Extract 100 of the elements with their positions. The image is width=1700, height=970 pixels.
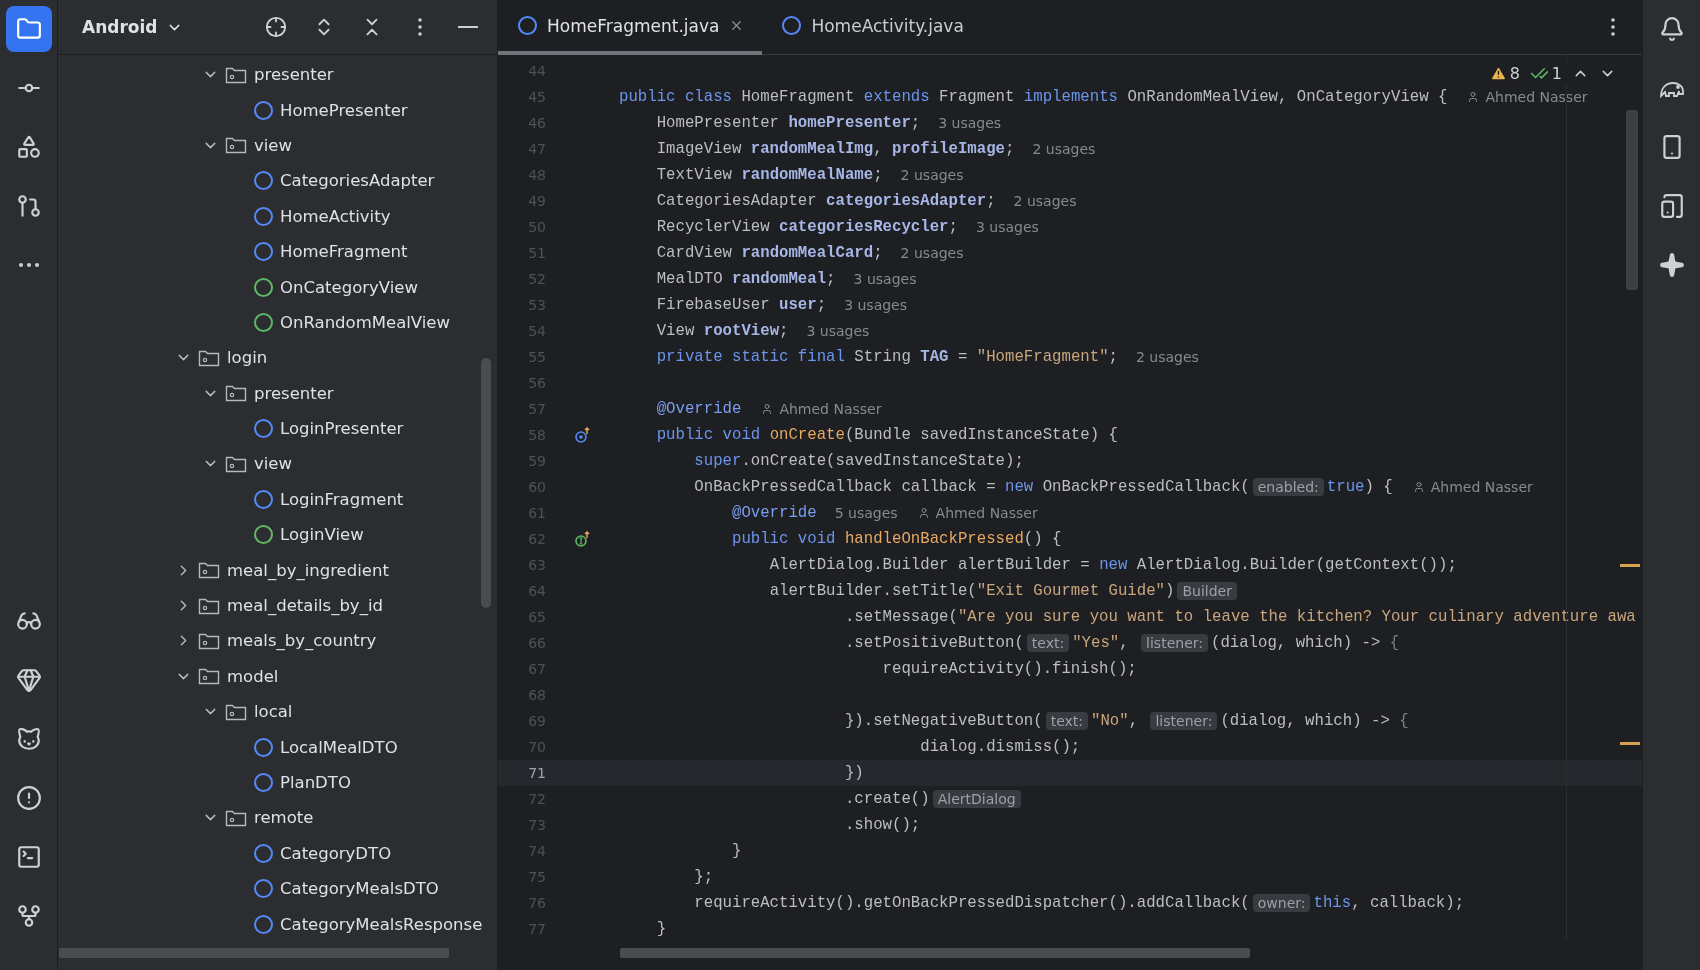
usages-hint[interactable]: 2 usages [1136,349,1199,365]
class-icon [518,16,537,35]
author-hint[interactable]: Ahmed Nasser [1485,89,1588,105]
inlay-hint: listener: [1141,634,1208,652]
code-text: requireActivity().finish(); [882,660,1137,678]
usages-hint[interactable]: 3 usages [938,115,1002,131]
passed-count[interactable]: 1 [1551,64,1562,83]
editor-tab[interactable]: HomeActivity.java [762,0,982,55]
project-button[interactable] [5,6,52,52]
code-text: ; [948,218,958,236]
field-name: rootView [703,322,780,340]
field-name: user [779,296,817,314]
field-name: categoriesAdapter [826,192,987,210]
usages-hint[interactable]: 2 usages [900,167,964,183]
editor-tab[interactable]: HomeFragment.java [498,0,763,55]
warning-marker[interactable] [1620,564,1640,567]
tree-item[interactable]: login [227,348,268,368]
tree-item[interactable]: CategoryMealsResponse [280,914,483,934]
folder-icon [15,16,42,42]
code-text: Fragment [939,88,1016,106]
tree-item[interactable]: local [254,702,293,722]
tree-item[interactable]: PlanDTO [280,773,351,792]
tree-item[interactable]: HomePresenter [280,100,408,120]
tree-item[interactable]: view [254,135,292,155]
scrollbar[interactable] [59,948,449,958]
person-icon [1467,91,1480,103]
warning-icon[interactable] [1489,65,1507,82]
usages-hint[interactable]: 2 usages [900,245,964,261]
class-icon [254,242,273,262]
devices-icon [1658,193,1685,219]
tree-item[interactable]: presenter [254,383,334,403]
string-literal: "HomeFragment" [976,348,1109,366]
code-keyword: public class [619,88,733,106]
code-text: OnBackPressedCallback callback = [694,478,997,496]
code-text: .setMessage( [844,608,958,626]
folder-icon [198,631,220,650]
code-text: .create() [844,790,930,808]
code-text: RecyclerView [656,218,771,236]
tree-item[interactable]: OnRandomMealView [280,312,450,332]
warning-marker[interactable] [1620,742,1640,745]
tree-item[interactable]: LoginView [280,525,364,545]
author-hint[interactable]: Ahmed Nasser [779,401,882,417]
person-icon [761,403,774,415]
code-text: TextView [656,166,733,184]
annotation: @Override [731,504,817,522]
folder-icon [225,702,247,721]
code-text: (Bundle savedInstanceState) { [844,426,1118,444]
tree-item[interactable]: meal_details_by_id [227,596,383,616]
code-text: ; [1108,348,1118,366]
override-icon[interactable] [574,426,591,444]
scrollbar[interactable] [481,358,491,608]
tree-item[interactable]: CategoriesAdapter [280,171,435,191]
inlay-hint: text: [1045,712,1088,730]
view-dropdown[interactable]: Android [76,10,189,44]
usages-hint[interactable]: 5 usages [834,505,898,521]
tree-item[interactable]: CategoryDTO [280,843,392,863]
code-text: FirebaseUser [656,296,771,314]
code-text: (dialog, which) -> [1220,712,1391,730]
author-hint[interactable]: Ahmed Nasser [1430,479,1533,495]
code-text: { [1389,634,1400,652]
string-literal: "Are you sure you want to leave the kitchen? Your culinary adventure awa [957,608,1636,626]
tree-item[interactable]: meals_by_country [227,631,377,651]
code-keyword: public void [731,530,837,548]
scrollbar[interactable] [1626,110,1638,290]
code-text: }; [694,868,714,886]
field-name: profileImage [892,140,1005,158]
author-hint[interactable]: Ahmed Nasser [935,505,1038,521]
tree-item[interactable]: model [227,666,279,686]
tree-item[interactable]: OnCategoryView [280,277,418,297]
tree-item[interactable]: HomeActivity [280,206,391,226]
tree-item[interactable]: HomeFragment [280,242,408,262]
warning-count[interactable]: 8 [1509,64,1520,83]
usages-hint[interactable]: 2 usages [1013,193,1077,209]
implement-icon[interactable] [574,530,591,548]
tree-item[interactable]: LoginPresenter [280,419,404,439]
tree-item[interactable]: LoginFragment [280,489,404,509]
interface-icon [254,525,273,545]
field-name: categoriesRecycler [779,218,949,236]
usages-hint[interactable]: 3 usages [853,271,917,287]
usages-hint[interactable]: 2 usages [1032,141,1096,157]
class-icon [254,206,273,226]
pull-request-icon [15,193,42,219]
class-icon [254,914,273,934]
tree-item[interactable]: CategoryMealsDTO [280,879,439,899]
code-text: ; [873,244,883,262]
code-text: }) [844,764,864,782]
tree-item[interactable]: presenter [254,65,334,85]
usages-hint[interactable]: 3 usages [975,219,1039,235]
usages-hint[interactable]: 3 usages [806,323,870,339]
scrollbar[interactable] [620,948,1250,958]
code-text: HomePresenter [656,114,781,132]
code-text: ; [910,114,921,132]
usages-hint[interactable]: 3 usages [844,297,908,313]
code-text: .setPositiveButton( [844,634,1024,652]
tree-item[interactable]: LocalMealDTO [280,737,398,757]
tree-item[interactable]: meal_by_ingredient [227,560,389,580]
code-keyword: extends [863,88,931,106]
inlay-hint: listener: [1150,712,1218,730]
tree-item[interactable]: view [254,454,292,474]
tree-item[interactable]: remote [254,808,314,828]
